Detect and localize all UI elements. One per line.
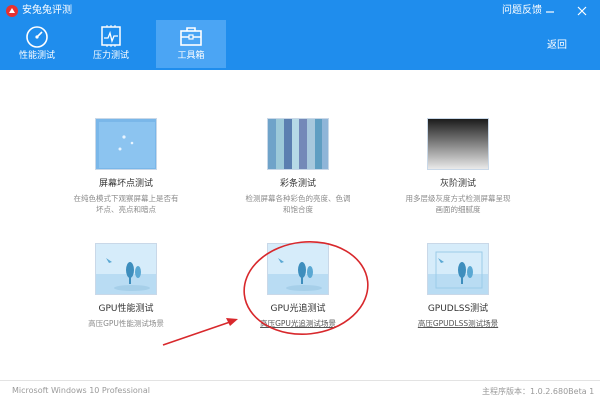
tool-color-bar-desc-1: 检测屏幕各种彩色的亮度、色调 [245,194,351,203]
feedback-link[interactable]: 问题反馈 [502,4,542,18]
status-bar: Microsoft Windows 10 Professional 主程序版本：… [0,380,600,400]
tool-gpu-raytracing-title: GPU光追测试 [270,304,326,314]
tab-toolbox[interactable]: 工具箱 [156,20,226,68]
version-text: 主程序版本：1.0.2.680Beta 1 [482,387,595,396]
tool-grayscale-title: 灰阶测试 [439,179,476,189]
tool-gpu-performance-desc: 高压GPU性能测试场景 [88,319,164,328]
tool-gpu-performance-title: GPU性能测试 [98,304,154,314]
tool-grayscale-desc-2: 画面的细腻度 [435,205,481,214]
tool-dead-pixel-desc-1: 在纯色模式下观察屏幕上是否有 [73,194,179,203]
tool-dead-pixel-desc-2: 坏点、亮点和暗点 [96,205,156,214]
close-button[interactable] [574,3,590,19]
minimize-icon [546,11,554,13]
tab-performance-label: 性能测试 [18,51,55,61]
tool-gpu-performance[interactable]: GPU性能测试 高压GPU性能测试场景 [46,243,206,329]
tool-dead-pixel-title: 屏幕坏点测试 [98,179,153,189]
tool-color-bar-title: 彩条测试 [279,179,316,189]
back-button[interactable]: 返回 [547,36,567,51]
dead-pixel-thumbnail [95,118,157,170]
gpu-performance-thumbnail [95,243,157,295]
chip-pulse-icon [101,25,121,47]
gpu-dlss-thumbnail [427,243,489,295]
toolbox-icon [180,27,202,46]
title-bar: 安兔兔评测 问题反馈 性能测试 压力测试 工具箱 返回 [0,0,600,70]
speedometer-icon [26,26,48,48]
tool-gpu-raytracing-desc[interactable]: 高压GPU光追测试场景 [218,318,378,329]
tool-grayscale-desc-1: 用多层级灰度方式检测屏幕呈现 [405,194,511,203]
color-bar-thumbnail [267,118,329,170]
os-name: Microsoft Windows 10 Professional [12,386,151,395]
tab-stress[interactable]: 压力测试 [76,20,146,68]
tool-gpu-dlss-desc[interactable]: 高压GPUDLSS测试场景 [378,318,538,329]
minimize-button[interactable] [542,3,558,19]
tool-grayscale[interactable]: 灰阶测试 用多层级灰度方式检测屏幕呈现 画面的细腻度 [378,118,538,215]
app-title: 安兔兔评测 [22,5,72,16]
tool-gpu-raytracing[interactable]: GPU光追测试 高压GPU光追测试场景 [218,243,378,329]
tab-performance[interactable]: 性能测试 [2,20,72,68]
tool-color-bar[interactable]: 彩条测试 检测屏幕各种彩色的亮度、色调 和饱合度 [218,118,378,215]
tool-dead-pixel[interactable]: 屏幕坏点测试 在纯色模式下观察屏幕上是否有 坏点、亮点和暗点 [46,118,206,215]
app-logo-icon [6,5,18,17]
grayscale-thumbnail [427,118,489,170]
tool-color-bar-desc-2: 和饱合度 [283,205,313,214]
tab-toolbox-label: 工具箱 [177,51,205,61]
tab-stress-label: 压力测试 [92,51,129,61]
tool-gpu-dlss-title: GPUDLSS测试 [427,304,489,314]
close-icon [577,6,587,16]
gpu-raytracing-thumbnail [267,243,329,295]
tool-gpu-dlss[interactable]: GPUDLSS测试 高压GPUDLSS测试场景 [378,243,538,329]
